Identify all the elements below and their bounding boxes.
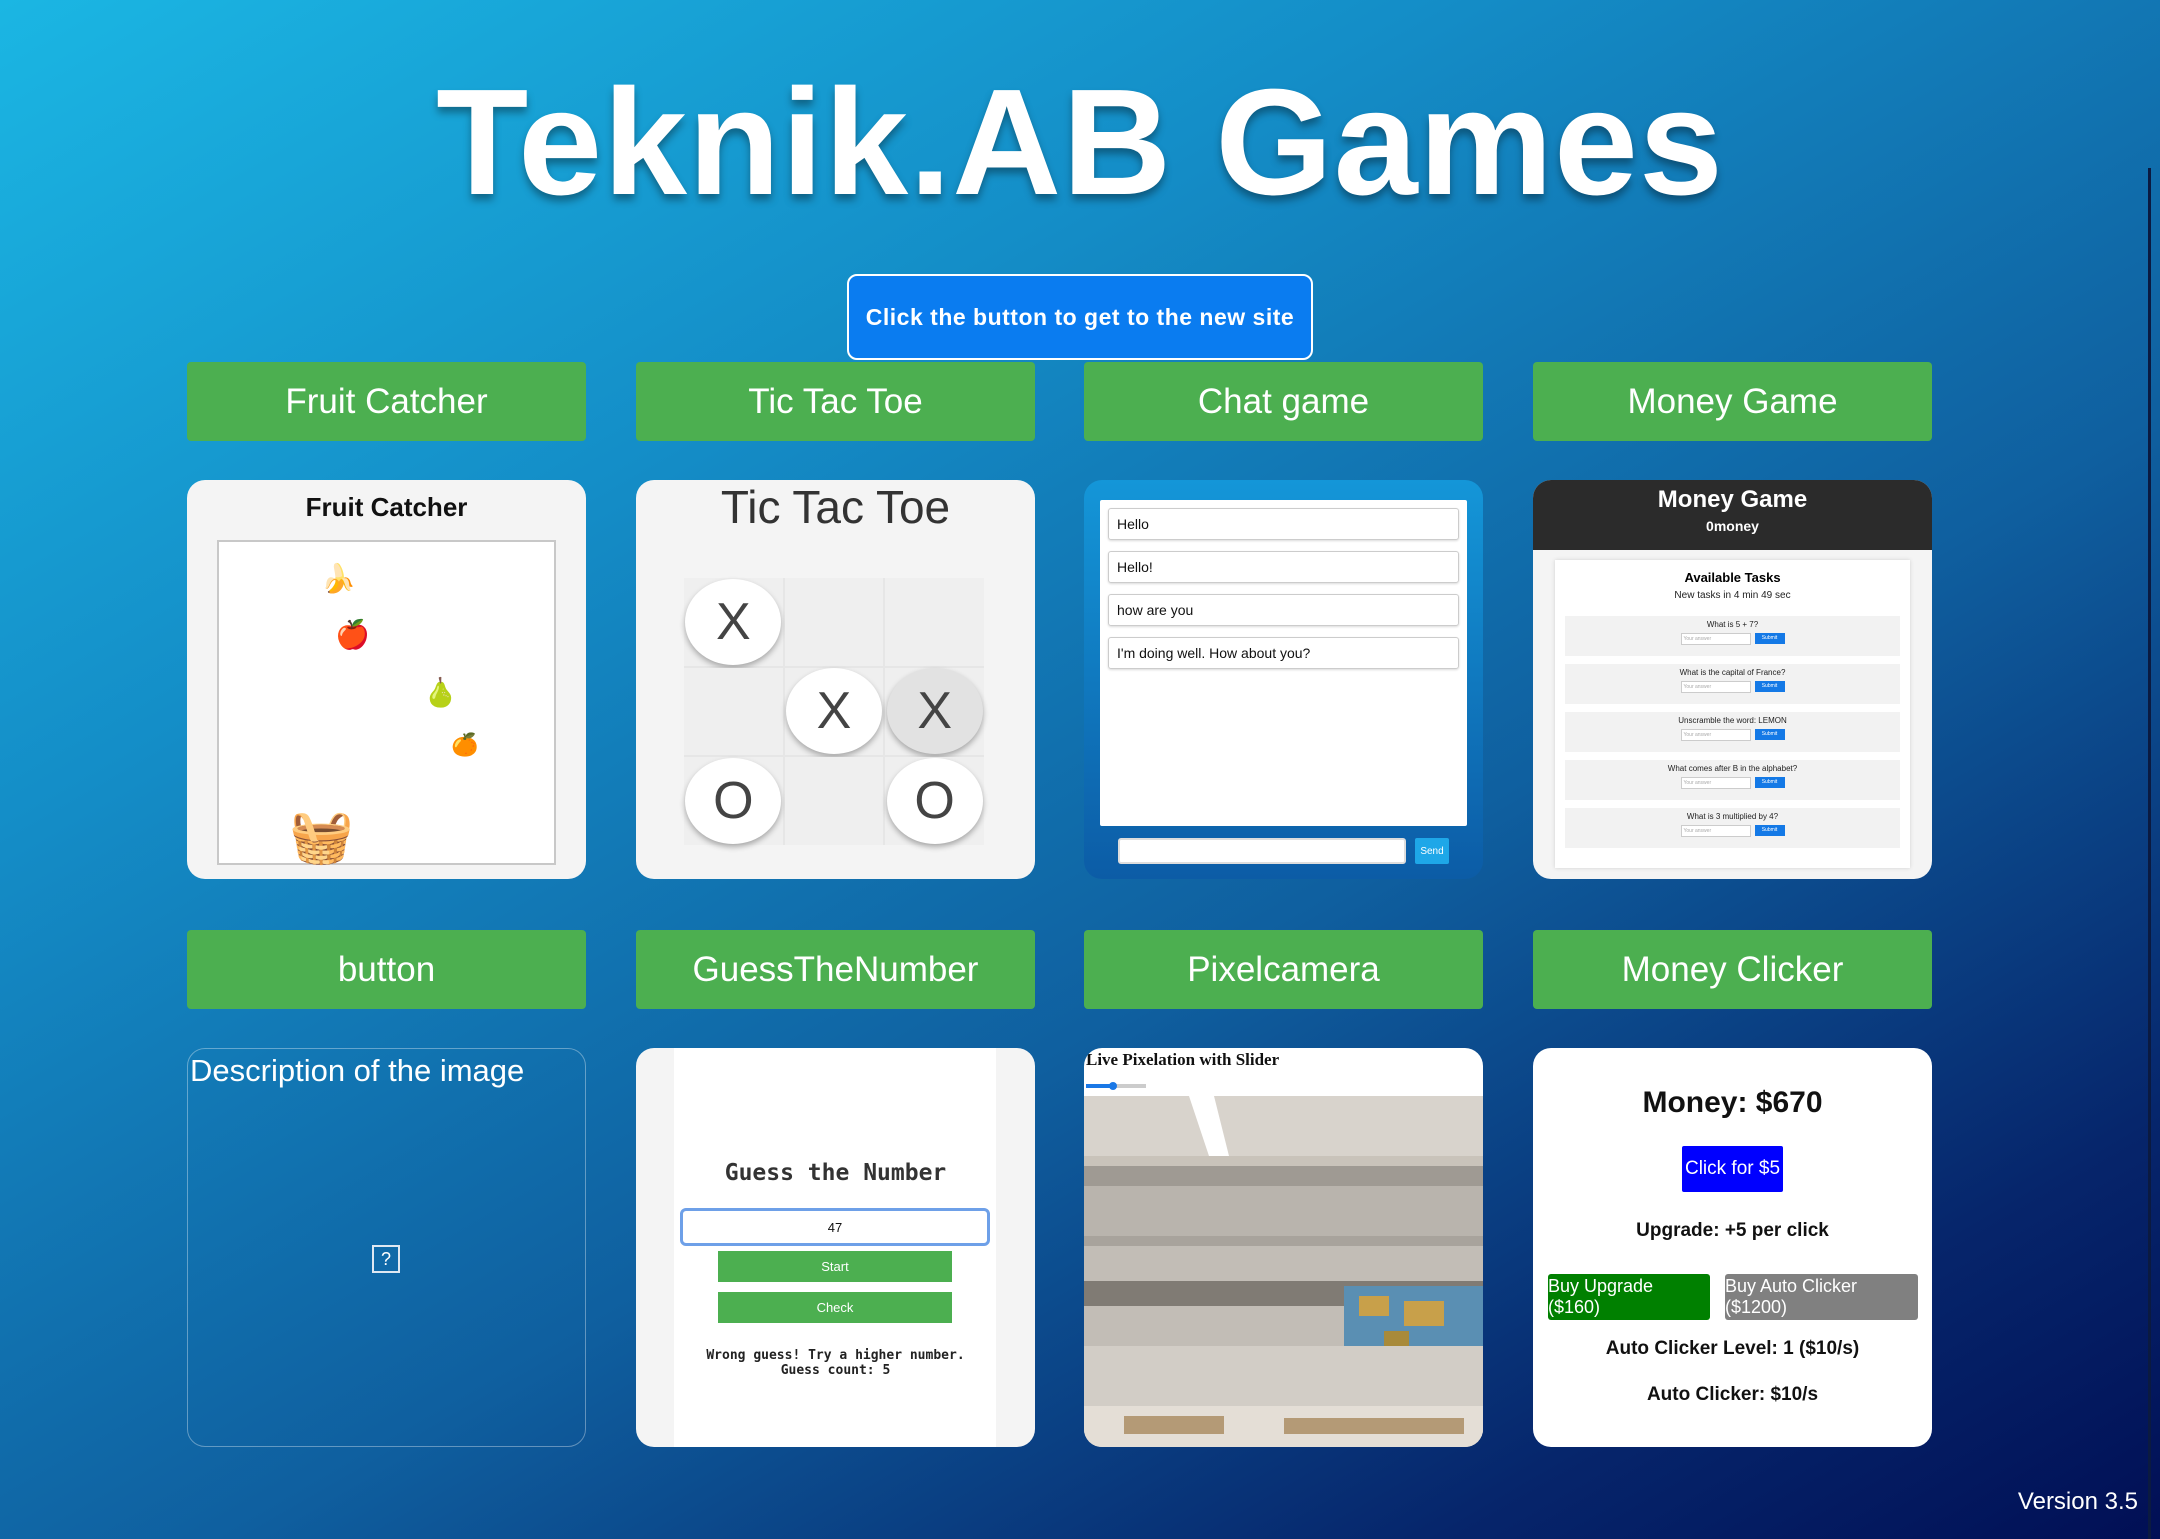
basket-icon: 🧺: [289, 808, 354, 866]
x-mark: X: [886, 668, 983, 755]
version-label: Version 3.5: [2017, 1488, 2138, 1515]
board-cell[interactable]: X: [684, 578, 783, 666]
pixelcamera-button[interactable]: Pixelcamera: [1084, 930, 1483, 1009]
task-submit-button[interactable]: Submit: [1754, 825, 1785, 836]
money-game-balance: 0money: [1706, 518, 1759, 534]
click-for-money-button[interactable]: Click for $5: [1682, 1146, 1783, 1192]
banana-icon: 🍌: [321, 563, 356, 594]
guess-result: Wrong guess! Try a higher number. Guess …: [636, 1348, 1035, 1378]
upgrade-info: Upgrade: +5 per click: [1636, 1220, 1829, 1241]
tasks-panel: Available Tasks New tasks in 4 min 49 se…: [1555, 560, 1910, 868]
scrollbar[interactable]: [2148, 168, 2151, 1539]
task-question: What is the capital of France?: [1679, 668, 1786, 677]
money-game-button[interactable]: Money Game: [1533, 362, 1932, 441]
chat-message: Hello: [1108, 508, 1459, 540]
camera-feed-image: [1084, 1096, 1483, 1447]
task-answer-input[interactable]: Your answer: [1680, 633, 1751, 645]
camera-feed: [1084, 1096, 1483, 1447]
task-submit-button[interactable]: Submit: [1754, 729, 1785, 740]
task-submit-button[interactable]: Submit: [1754, 777, 1785, 788]
task-submit-button[interactable]: Submit: [1754, 633, 1785, 644]
money-clicker-button[interactable]: Money Clicker: [1533, 930, 1932, 1009]
money-game-title: Money Game: [1657, 486, 1808, 513]
chat-message: how are you: [1108, 594, 1459, 626]
apple-icon: 🍎: [335, 619, 370, 650]
task-question: What comes after B in the alphabet?: [1667, 764, 1798, 773]
new-site-button[interactable]: Click the button to get to the new site: [847, 274, 1313, 360]
task-item: What is the capital of France? Your answ…: [1565, 664, 1900, 704]
money-clicker-preview[interactable]: Money: $670 Click for $5 Upgrade: +5 per…: [1533, 1048, 1932, 1447]
tic-tac-toe-preview[interactable]: Tic Tac Toe X X X O O: [636, 480, 1035, 879]
chat-game-button[interactable]: Chat game: [1084, 362, 1483, 441]
tic-tac-toe-board: X X X O O: [684, 578, 984, 845]
tasks-timer: New tasks in 4 min 49 sec: [1674, 590, 1791, 601]
x-mark: X: [785, 668, 882, 755]
fruit-catcher-button[interactable]: Fruit Catcher: [187, 362, 586, 441]
fruit-catcher-field: 🍌 🍎 🍐 🍊 🧺: [217, 540, 556, 866]
board-cell[interactable]: [784, 757, 884, 845]
buy-auto-clicker-button[interactable]: Buy Auto Clicker ($1200): [1725, 1274, 1918, 1320]
guess-input[interactable]: 47: [680, 1208, 990, 1246]
tic-tac-toe-button[interactable]: Tic Tac Toe: [636, 362, 1035, 441]
o-mark: O: [685, 758, 782, 845]
fruit-catcher-preview[interactable]: Fruit Catcher 🍌 🍎 🍐 🍊 🧺: [187, 480, 586, 879]
money-game-preview[interactable]: Money Game 0money Available Tasks New ta…: [1533, 480, 1932, 879]
task-item: Unscramble the word: LEMON Your answer Su…: [1565, 712, 1900, 752]
board-cell[interactable]: X: [885, 667, 984, 756]
board-cell[interactable]: X: [784, 667, 884, 756]
tasks-title: Available Tasks: [1684, 570, 1781, 585]
money-game-header: Money Game 0money: [1533, 480, 1932, 550]
guess-the-number-preview[interactable]: Guess the Number 47 Start Check Wrong gu…: [636, 1048, 1035, 1447]
guess-panel: [674, 1048, 996, 1447]
chat-messages: Hello Hello! how are you I'm doing well.…: [1100, 500, 1467, 826]
button-game-button[interactable]: button: [187, 930, 586, 1009]
pixelation-slider[interactable]: [1086, 1082, 1146, 1090]
auto-clicker-level: Auto Clicker Level: 1 ($10/s): [1605, 1338, 1860, 1359]
task-answer-input[interactable]: Your answer: [1680, 777, 1751, 789]
chat-input[interactable]: [1118, 838, 1406, 864]
o-mark: O: [886, 758, 983, 845]
guess-the-number-button[interactable]: GuessTheNumber: [636, 930, 1035, 1009]
chat-message: I'm doing well. How about you?: [1108, 637, 1459, 669]
pixelcamera-preview[interactable]: Live Pixelation with Slider: [1084, 1048, 1483, 1447]
button-preview[interactable]: Description of the image ?: [187, 1048, 586, 1447]
board-cell[interactable]: [885, 578, 984, 666]
board-cell[interactable]: [784, 578, 884, 666]
board-cell[interactable]: O: [684, 757, 783, 845]
x-mark: X: [685, 578, 782, 665]
task-answer-input[interactable]: Your answer: [1680, 729, 1751, 741]
money-display: Money: $670: [1642, 1086, 1823, 1119]
orange-icon: 🍊: [451, 732, 479, 757]
fruit-catcher-preview-title: Fruit Catcher: [305, 492, 468, 522]
chat-send-button[interactable]: Send: [1415, 838, 1449, 864]
chat-game-preview[interactable]: Hello Hello! how are you I'm doing well.…: [1084, 480, 1483, 879]
task-submit-button[interactable]: Submit: [1754, 681, 1785, 692]
task-question: What is 3 multiplied by 4?: [1686, 812, 1779, 821]
board-cell[interactable]: O: [885, 757, 984, 845]
task-question: What is 5 + 7?: [1706, 620, 1759, 629]
image-alt-text: Description of the image: [190, 1053, 525, 1088]
slider-knob[interactable]: [1109, 1082, 1117, 1090]
guess-title: Guess the Number: [724, 1160, 947, 1186]
broken-image-icon: ?: [372, 1245, 400, 1273]
task-item: What is 3 multiplied by 4? Your answer Su…: [1565, 808, 1900, 848]
guess-count: Guess count: 5: [780, 1363, 891, 1378]
task-item: What comes after B in the alphabet? Your…: [1565, 760, 1900, 800]
tic-tac-toe-preview-title: Tic Tac Toe: [720, 481, 951, 533]
start-button[interactable]: Start: [718, 1251, 952, 1282]
auto-clicker-rate: Auto Clicker: $10/s: [1646, 1384, 1819, 1405]
chat-message: Hello!: [1108, 551, 1459, 583]
page-title: Teknik.AB Games: [436, 57, 1724, 226]
board-cell[interactable]: [684, 667, 783, 756]
guess-feedback: Wrong guess! Try a higher number.: [706, 1348, 965, 1363]
task-answer-input[interactable]: Your answer: [1680, 825, 1751, 837]
pear-icon: 🍐: [423, 677, 458, 708]
task-question: Unscramble the word: LEMON: [1678, 716, 1787, 725]
pixelcamera-title: Live Pixelation with Slider: [1086, 1050, 1280, 1069]
check-button[interactable]: Check: [718, 1292, 952, 1323]
task-item: What is 5 + 7? Your answer Submit: [1565, 616, 1900, 656]
buy-upgrade-button[interactable]: Buy Upgrade ($160): [1548, 1274, 1710, 1320]
task-answer-input[interactable]: Your answer: [1680, 681, 1751, 693]
